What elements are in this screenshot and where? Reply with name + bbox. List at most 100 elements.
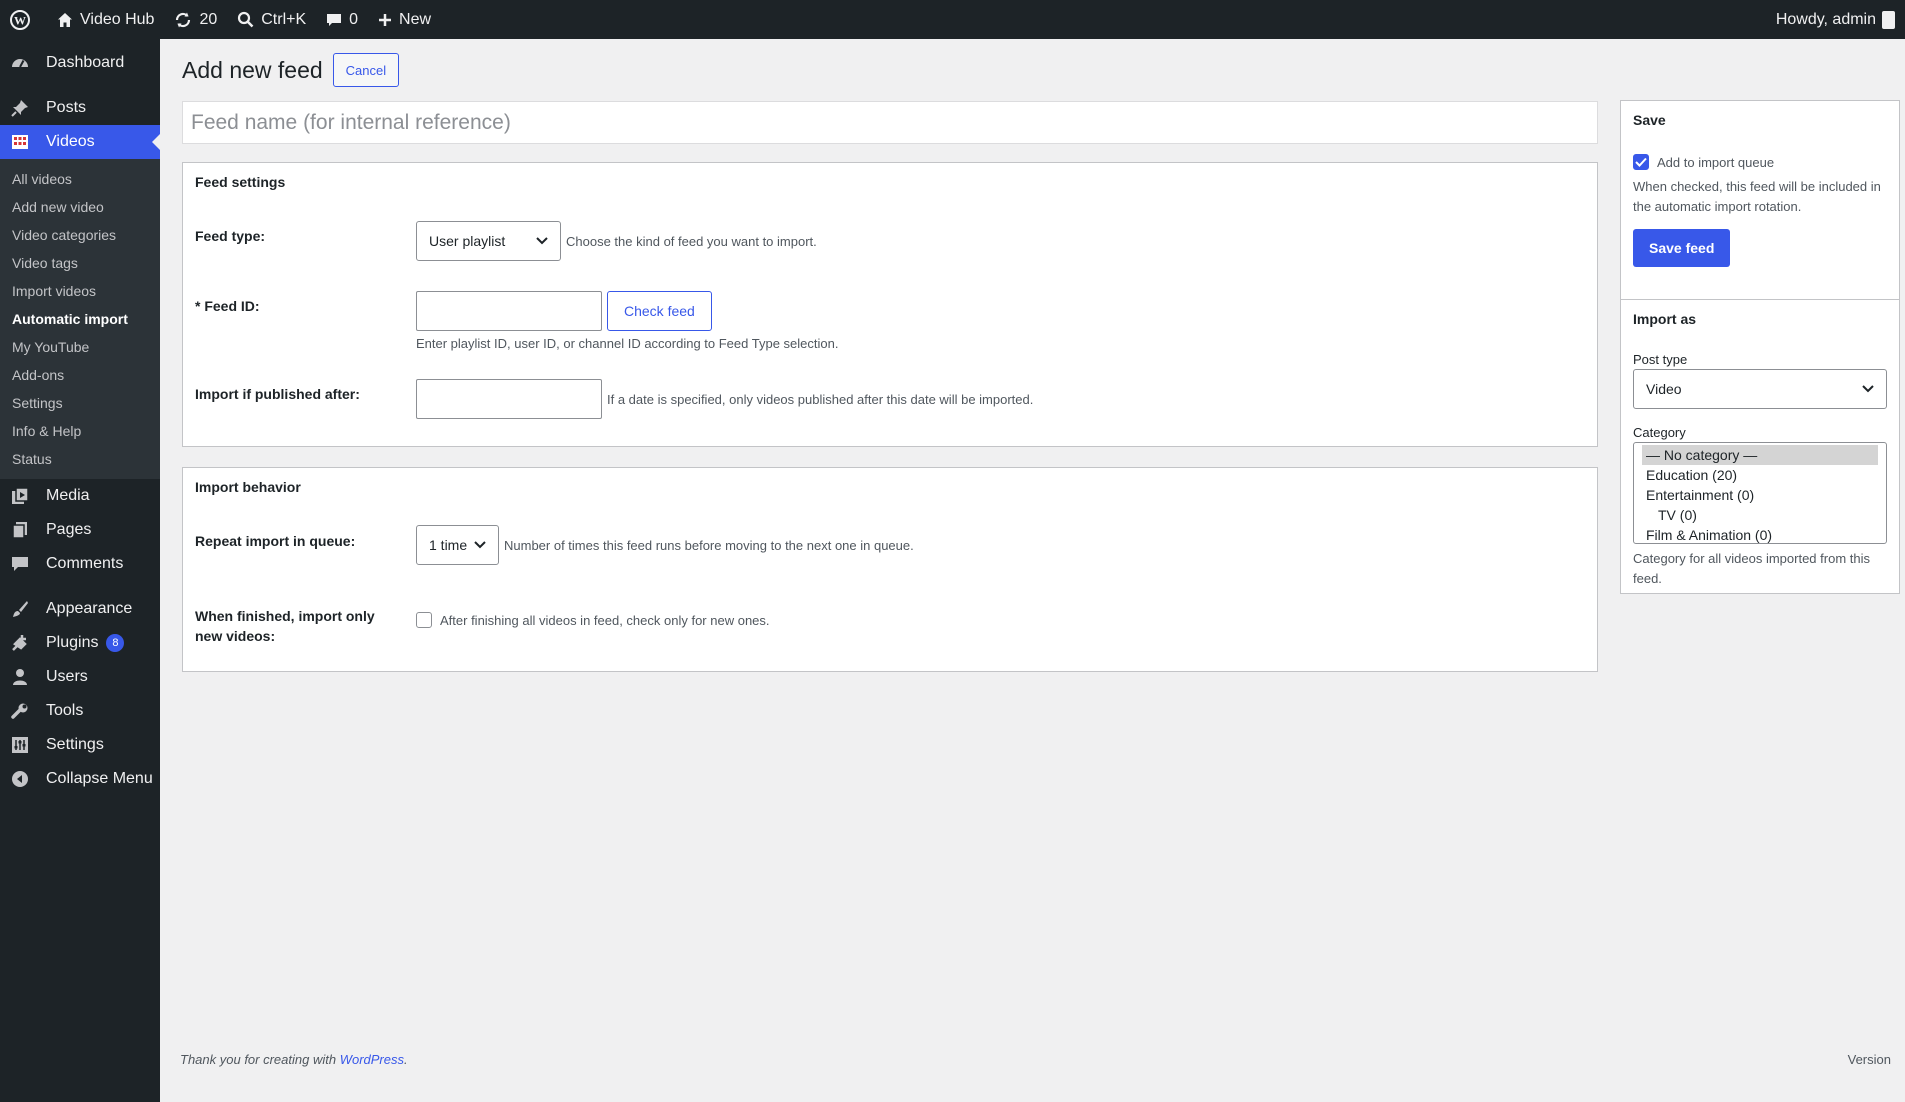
- repeat-import-select[interactable]: 1 time: [416, 525, 499, 565]
- feed-settings-box: Feed settings Feed type: User playlist C…: [182, 162, 1598, 447]
- menu-plugins[interactable]: Plugins 8: [0, 626, 160, 660]
- repeat-import-label: Repeat import in queue:: [195, 533, 356, 549]
- chevron-down-icon: [474, 541, 486, 549]
- published-after-input[interactable]: [416, 379, 602, 419]
- menu-tools[interactable]: Tools: [0, 694, 160, 728]
- finished-new-only-row: After finishing all videos in feed, chec…: [416, 612, 770, 628]
- cancel-button[interactable]: Cancel: [332, 53, 400, 87]
- repeat-import-value: 1 time: [429, 537, 468, 553]
- new-content-link[interactable]: New: [368, 0, 441, 39]
- menu-label: Appearance: [46, 600, 133, 617]
- post-type-value: Video: [1646, 381, 1682, 397]
- save-feed-button[interactable]: Save feed: [1633, 229, 1731, 267]
- submenu-all-videos[interactable]: All videos: [0, 165, 160, 193]
- post-type-select[interactable]: Video: [1633, 369, 1887, 409]
- import-behavior-heading: Import behavior: [195, 479, 301, 495]
- feed-id-row: Check feed: [416, 291, 712, 331]
- updates-count: 20: [199, 10, 218, 28]
- submenu-video-tags[interactable]: Video tags: [0, 249, 160, 277]
- feed-name-input[interactable]: Feed name (for internal reference): [182, 101, 1598, 144]
- menu-settings[interactable]: Settings: [0, 728, 160, 762]
- my-account-link[interactable]: Howdy, admin: [1776, 10, 1905, 29]
- search-link[interactable]: Ctrl+K: [227, 0, 316, 39]
- feed-type-description: Choose the kind of feed you want to impo…: [566, 233, 817, 249]
- collapse-menu-button[interactable]: Collapse Menu: [0, 762, 160, 796]
- import-as-heading: Import as: [1633, 311, 1697, 327]
- updates-link[interactable]: 20: [164, 0, 227, 39]
- site-name-link[interactable]: Video Hub: [47, 0, 164, 39]
- wordpress-logo-button[interactable]: W: [0, 0, 47, 39]
- menu-posts[interactable]: Posts: [0, 91, 160, 125]
- feed-id-input[interactable]: [416, 291, 602, 331]
- menu-videos[interactable]: Videos: [0, 125, 160, 159]
- feed-name-placeholder: Feed name (for internal reference): [191, 110, 511, 134]
- chevron-down-icon: [536, 237, 548, 245]
- menu-pages[interactable]: Pages: [0, 513, 160, 547]
- feed-settings-heading: Feed settings: [195, 174, 286, 190]
- plugins-update-badge: 8: [106, 634, 125, 652]
- menu-label: Videos: [46, 133, 95, 150]
- video-grid-icon: [10, 132, 30, 152]
- category-option[interactable]: Education (20): [1642, 465, 1878, 485]
- post-type-label: Post type: [1633, 352, 1688, 367]
- menu-media[interactable]: Media: [0, 479, 160, 513]
- home-icon: [58, 12, 72, 27]
- submenu-add-ons[interactable]: Add-ons: [0, 361, 160, 389]
- category-listbox[interactable]: — No category — Education (20) Entertain…: [1633, 442, 1887, 544]
- submenu-import-videos[interactable]: Import videos: [0, 277, 160, 305]
- menu-label: Tools: [46, 702, 84, 719]
- check-feed-button[interactable]: Check feed: [607, 291, 712, 331]
- pages-icon: [10, 520, 30, 540]
- collapse-arrow-icon: [10, 769, 30, 789]
- submenu-add-new-video[interactable]: Add new video: [0, 193, 160, 221]
- submenu-video-categories[interactable]: Video categories: [0, 221, 160, 249]
- save-heading: Save: [1633, 112, 1666, 128]
- page-title: Add new feed: [182, 56, 323, 83]
- save-box: Save Add to import queue When checked, t…: [1620, 100, 1900, 319]
- category-option[interactable]: Film & Animation (0): [1642, 525, 1878, 543]
- wrench-icon: [10, 701, 30, 721]
- plugin-icon: [10, 633, 30, 653]
- menu-label: Pages: [46, 521, 92, 538]
- add-to-queue-description: When checked, this feed will be included…: [1633, 179, 1881, 215]
- admin-sidebar: Dashboard Posts Videos All videos Add ne…: [0, 39, 160, 1102]
- footer-thanks-suffix: .: [404, 1052, 408, 1067]
- menu-label: Posts: [46, 99, 87, 116]
- finished-new-only-description: After finishing all videos in feed, chec…: [440, 612, 770, 628]
- wordpress-link[interactable]: WordPress: [340, 1052, 404, 1067]
- category-option[interactable]: TV (0): [1642, 505, 1878, 525]
- published-after-description: If a date is specified, only videos publ…: [607, 391, 1034, 407]
- site-name: Video Hub: [80, 10, 155, 28]
- user-icon: [10, 667, 30, 687]
- feed-type-label: Feed type:: [195, 228, 266, 244]
- add-to-queue-checkbox[interactable]: [1633, 154, 1649, 170]
- svg-text:W: W: [14, 13, 26, 27]
- submenu-settings[interactable]: Settings: [0, 389, 160, 417]
- comment-bubble-icon: [327, 13, 342, 26]
- import-as-box: Import as Post type Video Category — No …: [1620, 299, 1900, 594]
- feed-id-description: Enter playlist ID, user ID, or channel I…: [416, 336, 839, 351]
- menu-appearance[interactable]: Appearance: [0, 592, 160, 626]
- finished-new-only-checkbox[interactable]: [416, 612, 432, 628]
- submenu-automatic-import[interactable]: Automatic import: [0, 305, 160, 333]
- videos-submenu: All videos Add new video Video categorie…: [0, 159, 160, 479]
- category-option[interactable]: — No category —: [1642, 445, 1878, 465]
- submenu-status[interactable]: Status: [0, 445, 160, 473]
- search-icon: [238, 11, 254, 28]
- category-option[interactable]: Entertainment (0): [1642, 485, 1878, 505]
- import-behavior-box: Import behavior Repeat import in queue: …: [182, 467, 1598, 672]
- comments-link[interactable]: 0: [316, 0, 368, 39]
- checkmark-icon: [1635, 157, 1647, 167]
- plus-icon: [379, 13, 392, 26]
- add-to-queue-label: Add to import queue: [1657, 154, 1775, 170]
- submenu-my-youtube[interactable]: My YouTube: [0, 333, 160, 361]
- menu-dashboard[interactable]: Dashboard: [0, 46, 160, 80]
- repeat-import-row: 1 time Number of times this feed runs be…: [416, 525, 914, 565]
- published-after-row: If a date is specified, only videos publ…: [416, 379, 1033, 419]
- menu-users[interactable]: Users: [0, 660, 160, 694]
- main-content: Add new feed Cancel Feed name (for inter…: [160, 39, 1905, 1102]
- submenu-info-help[interactable]: Info & Help: [0, 417, 160, 445]
- menu-comments[interactable]: Comments: [0, 547, 160, 581]
- feed-type-select[interactable]: User playlist: [416, 221, 561, 261]
- search-shortcut: Ctrl+K: [261, 10, 307, 28]
